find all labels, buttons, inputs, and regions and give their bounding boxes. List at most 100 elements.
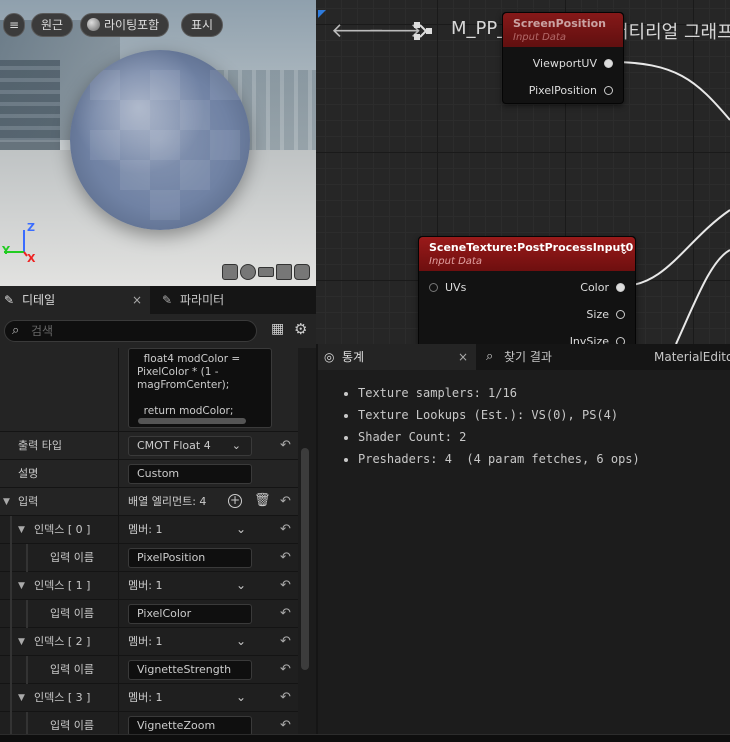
output-type-select[interactable]: CMOT Float 4 ⌄ <box>128 436 252 456</box>
preview-sphere <box>70 50 250 230</box>
array-elements-count: 배열 엘리먼트: 4 <box>128 495 207 508</box>
stat-line: Texture Lookups (Est.): VS(0), PS(4) <box>358 404 640 426</box>
cylinder-icon[interactable] <box>222 264 238 280</box>
chevron-down-icon[interactable]: ⌄ <box>236 516 246 542</box>
members-count: 멤버: 1 <box>128 635 163 648</box>
tab-stats[interactable]: ◎ 통계 × <box>318 344 476 370</box>
scene-texture-node[interactable]: SceneTexture:PostProcessInput0 Input Dat… <box>418 236 636 344</box>
expand-triangle-icon[interactable]: ▼ <box>18 684 25 712</box>
inputs-row: ▼ 입력 배열 엘리먼트: 4 + 🗑 ↶ <box>0 488 298 516</box>
reset-icon[interactable]: ↶ <box>280 684 291 712</box>
output-pin[interactable] <box>616 310 625 319</box>
input-name-row-1: 입력 이름 PixelColor ↶ <box>0 600 298 628</box>
expand-triangle-icon[interactable]: ▼ <box>3 488 10 516</box>
stats-tabbar: ◎ 통계 × ⌕ 찾기 결과 MaterialEditor <box>318 344 730 370</box>
inputs-label: 입력 <box>18 495 39 508</box>
table-view-icon[interactable]: ▦ <box>271 321 284 337</box>
output-pin[interactable] <box>616 283 625 292</box>
code-hscroll[interactable] <box>138 418 246 424</box>
pin-label: Color <box>580 281 609 294</box>
input-name-row-0: 입력 이름 PixelPosition ↶ <box>0 544 298 572</box>
axis-label-x: X <box>27 252 36 265</box>
stat-line: Preshaders: 4 (4 param fetches, 6 ops) <box>358 448 640 470</box>
index-label: 인덱스 [ 0 ] <box>34 523 91 536</box>
details-search-row: ⌕ 검색 ▦ ⚙ <box>0 314 316 348</box>
input-pin[interactable] <box>429 283 438 292</box>
input-name-field[interactable]: VignetteZoom <box>128 716 252 736</box>
code-input[interactable]: float4 modColor = PixelColor * (1 - magF… <box>128 348 272 428</box>
trash-icon[interactable]: 🗑 <box>254 493 271 508</box>
reset-icon[interactable]: ↶ <box>280 656 291 684</box>
search-icon: ⌕ <box>12 323 20 338</box>
reset-icon[interactable]: ↶ <box>280 572 291 600</box>
members-count: 멤버: 1 <box>128 691 163 704</box>
tab-stats-label: 통계 <box>342 350 365 364</box>
screen-position-node[interactable]: ScreenPosition Input Data ViewportUV Pix… <box>502 12 624 104</box>
axis-label-z: Z <box>27 221 35 234</box>
lighting-mode-label: 라이팅포함 <box>104 18 160 32</box>
input-name-row-2: 입력 이름 VignetteStrength ↶ <box>0 656 298 684</box>
search-icon: ⌕ <box>486 349 494 364</box>
input-name-label: 입력 이름 <box>50 607 94 620</box>
reset-icon[interactable]: ↶ <box>280 600 291 628</box>
show-button[interactable]: 표시 <box>181 13 224 37</box>
details-panel: ✎ 디테일 × ✎ 파라미터 ⌕ 검색 ▦ ⚙ float4 modColor … <box>0 286 316 742</box>
tab-material-editor[interactable]: MaterialEditor <box>654 344 730 370</box>
viewport-menu-button[interactable]: ≡ <box>3 13 25 37</box>
reset-icon[interactable]: ↶ <box>280 544 291 572</box>
node-title: ScreenPosition <box>513 17 606 30</box>
plane-icon[interactable] <box>258 267 274 277</box>
description-field[interactable]: Custom <box>128 464 252 484</box>
preview-shape-selector[interactable] <box>222 264 310 280</box>
output-type-value: CMOT Float 4 <box>137 439 211 452</box>
cube-icon[interactable] <box>276 264 292 280</box>
background-building <box>0 60 60 150</box>
chevron-down-icon[interactable]: ⌄ <box>236 572 246 598</box>
tab-parameters[interactable]: ✎ 파라미터 <box>158 286 308 314</box>
tab-details[interactable]: ✎ 디테일 × <box>0 286 150 314</box>
property-list: float4 modColor = PixelColor * (1 - magF… <box>0 348 316 742</box>
members-count: 멤버: 1 <box>128 579 163 592</box>
index-row-2: ▼ 인덱스 [ 2 ] 멤버: 1 ⌄ ↶ <box>0 628 298 656</box>
search-input[interactable]: ⌕ 검색 <box>4 320 257 342</box>
gear-icon[interactable]: ⚙ <box>294 320 307 338</box>
teapot-icon[interactable] <box>294 264 310 280</box>
description-label: 설명 <box>18 467 39 480</box>
chevron-down-icon[interactable]: ⌄ <box>619 243 629 257</box>
input-name-field[interactable]: PixelPosition <box>128 548 252 568</box>
add-element-icon[interactable]: + <box>228 494 242 508</box>
material-preview-viewport[interactable]: ≡ 원근 라이팅포함 표시 Z Y X <box>0 0 316 286</box>
pencil-icon: ✎ <box>162 293 173 307</box>
details-scrollbar[interactable] <box>301 448 309 670</box>
details-tabbar: ✎ 디테일 × ✎ 파라미터 <box>0 286 316 314</box>
index-label: 인덱스 [ 2 ] <box>34 635 91 648</box>
tab-find-results[interactable]: ⌕ 찾기 결과 <box>484 344 644 370</box>
reset-icon[interactable]: ↶ <box>280 628 291 656</box>
tab-find-label: 찾기 결과 <box>504 350 552 364</box>
close-icon[interactable]: × <box>132 286 142 314</box>
tab-details-label: 디테일 <box>22 293 56 307</box>
output-pin[interactable] <box>616 337 625 344</box>
lighting-mode-button[interactable]: 라이팅포함 <box>80 13 170 37</box>
material-graph-canvas[interactable]: 🡐 🡒 M_PP_Vinetting › 머티리얼 그래프 ScreenPosi… <box>316 0 730 344</box>
expand-triangle-icon[interactable]: ▼ <box>18 628 25 656</box>
input-name-field[interactable]: PixelColor <box>128 604 252 624</box>
reset-icon[interactable]: ↶ <box>280 432 291 460</box>
breadcrumb-graph[interactable]: 머티리얼 그래프 <box>612 18 730 44</box>
close-icon[interactable]: × <box>458 344 468 370</box>
input-name-field[interactable]: VignetteStrength <box>128 660 252 680</box>
output-pin[interactable] <box>604 59 613 68</box>
reset-icon[interactable]: ↶ <box>280 488 291 516</box>
expand-triangle-icon[interactable]: ▼ <box>18 572 25 600</box>
sphere-icon[interactable] <box>240 264 256 280</box>
chevron-down-icon[interactable]: ⌄ <box>236 628 246 654</box>
expand-triangle-icon[interactable]: ▼ <box>18 516 25 544</box>
status-bar <box>0 734 730 742</box>
output-type-label: 출력 타입 <box>18 439 62 452</box>
lighting-icon <box>87 18 100 31</box>
reset-icon[interactable]: ↶ <box>280 516 291 544</box>
perspective-button[interactable]: 원근 <box>31 13 74 37</box>
chevron-down-icon[interactable]: ⌄ <box>236 684 246 710</box>
axis-label-y: Y <box>2 244 10 257</box>
output-pin[interactable] <box>604 86 613 95</box>
